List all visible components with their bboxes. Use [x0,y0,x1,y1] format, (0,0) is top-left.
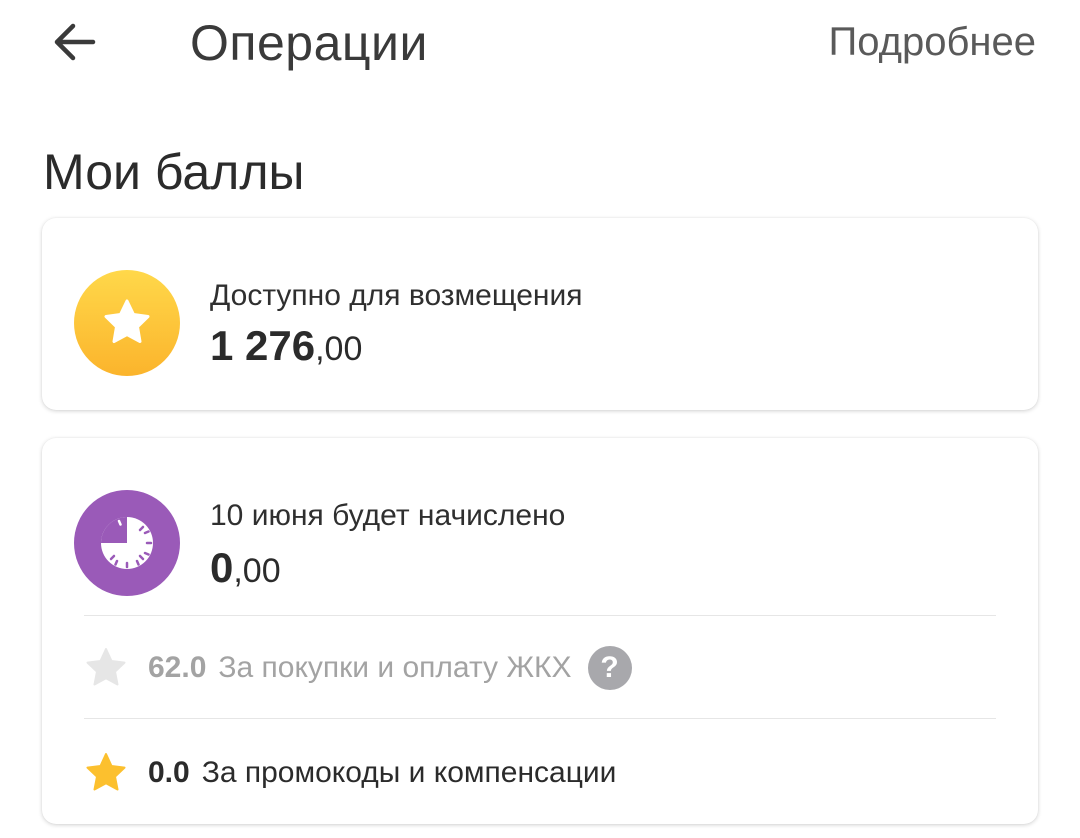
divider [84,718,996,719]
clock-icon [74,490,180,596]
purchases-points-label: За покупки и оплату ЖКХ [218,651,572,684]
list-item-promocodes: 0.0 За промокоды и компенсации [84,743,996,803]
star-coin-icon [74,270,180,376]
section-title: Мои баллы [43,144,305,200]
available-label: Доступно для возмещения [210,279,583,312]
help-icon[interactable]: ? [587,646,632,690]
gray-star-icon [84,646,128,690]
accrual-amount-decimal: ,00 [233,552,281,590]
accrual-amount-integer: 0 [210,544,234,591]
available-points-card: Доступно для возмещения 1 276,00 [42,218,1038,410]
purchases-points-value: 62.0 [148,651,207,684]
divider [84,615,996,616]
page-title: Операции [190,15,428,71]
yellow-star-icon [84,751,128,795]
back-button[interactable] [40,12,108,72]
accrual-label: 10 июня будет начислено [210,499,566,532]
available-amount-decimal: ,00 [315,330,363,368]
available-amount-integer: 1 276 [210,322,316,369]
accrual-card: 10 июня будет начислено 0,00 62.0 За пок… [42,438,1038,824]
promocodes-points-value: 0.0 [148,756,190,789]
details-link[interactable]: Подробнее [829,14,1036,70]
available-amount: 1 276,00 [210,320,362,382]
arrow-left-icon [54,23,96,61]
list-item-purchases: 62.0 За покупки и оплату ЖКХ ? [84,638,996,698]
promocodes-points-label: За промокоды и компенсации [201,756,617,789]
app-header: Операции Подробнее [0,0,1080,100]
accrual-amount: 0,00 [210,542,281,604]
